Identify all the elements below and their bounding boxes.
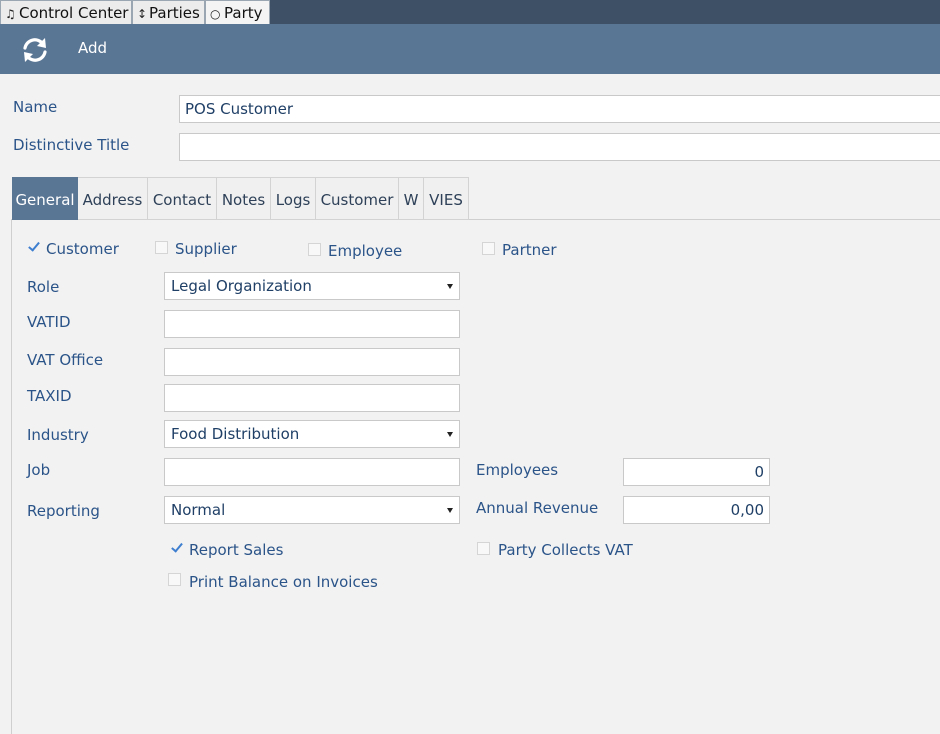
distinctive-title-label: Distinctive Title xyxy=(13,136,130,154)
window-tab-label: Party xyxy=(224,4,263,22)
print-balance-checkbox[interactable] xyxy=(168,573,181,586)
industry-label: Industry xyxy=(27,426,89,444)
music-note-icon: ♫ xyxy=(5,7,16,21)
dropdown-arrow-icon xyxy=(447,432,453,437)
role-label: Role xyxy=(27,278,60,296)
window-tab-strip: ♫ Control Center ↕ Parties ○ Party xyxy=(0,0,940,24)
annual-revenue-field[interactable] xyxy=(623,496,770,524)
dropdown-arrow-icon xyxy=(447,284,453,289)
vatid-field[interactable] xyxy=(164,310,460,338)
tab-customer[interactable]: Customer xyxy=(316,177,399,220)
partner-label: Partner xyxy=(502,241,557,259)
annual-revenue-label: Annual Revenue xyxy=(476,499,599,517)
customer-checkbox[interactable] xyxy=(27,240,40,253)
vatid-label: VATID xyxy=(27,313,71,331)
window-tab-party[interactable]: ○ Party xyxy=(205,0,270,24)
reporting-value: Normal xyxy=(171,501,226,519)
tab-address[interactable]: Address xyxy=(78,177,148,220)
vat-office-field[interactable] xyxy=(164,348,460,376)
taxid-label: TAXID xyxy=(27,387,72,405)
name-field[interactable] xyxy=(179,95,940,123)
party-collects-vat-checkbox[interactable] xyxy=(477,542,490,555)
distinctive-title-field[interactable] xyxy=(179,133,940,161)
tab-w[interactable]: W xyxy=(399,177,424,220)
tab-logs[interactable]: Logs xyxy=(271,177,316,220)
taxid-field[interactable] xyxy=(164,384,460,412)
add-button[interactable]: Add xyxy=(78,39,107,57)
tab-contact[interactable]: Contact xyxy=(148,177,217,220)
role-select[interactable]: Legal Organization xyxy=(164,272,460,300)
circle-icon: ○ xyxy=(210,7,221,21)
print-balance-label: Print Balance on Invoices xyxy=(189,573,378,591)
employee-checkbox[interactable] xyxy=(308,243,321,256)
supplier-label: Supplier xyxy=(175,240,237,258)
role-value: Legal Organization xyxy=(171,277,312,295)
sort-arrows-icon: ↕ xyxy=(137,7,148,21)
vat-office-label: VAT Office xyxy=(27,351,104,369)
report-sales-checkbox[interactable] xyxy=(170,541,183,554)
tab-general[interactable]: General xyxy=(12,177,78,220)
customer-label: Customer xyxy=(46,240,119,258)
window-tab-parties[interactable]: ↕ Parties xyxy=(132,0,205,24)
employees-label: Employees xyxy=(476,461,559,479)
party-collects-vat-label: Party Collects VAT xyxy=(498,541,633,559)
window-tab-control-center[interactable]: ♫ Control Center xyxy=(0,0,132,24)
industry-select[interactable]: Food Distribution xyxy=(164,420,460,448)
dropdown-arrow-icon xyxy=(447,508,453,513)
refresh-icon xyxy=(23,38,47,62)
employee-label: Employee xyxy=(328,242,403,260)
reporting-label: Reporting xyxy=(27,502,100,520)
industry-value: Food Distribution xyxy=(171,425,300,443)
job-label: Job xyxy=(27,461,51,479)
employees-field[interactable] xyxy=(623,458,770,486)
refresh-button[interactable] xyxy=(20,36,50,64)
report-sales-label: Report Sales xyxy=(189,541,284,559)
window-tab-label: Parties xyxy=(149,4,200,22)
tab-vies[interactable]: VIES xyxy=(424,177,469,220)
window-tab-label: Control Center xyxy=(19,4,129,22)
reporting-select[interactable]: Normal xyxy=(164,496,460,524)
name-label: Name xyxy=(13,98,58,116)
partner-checkbox[interactable] xyxy=(482,242,495,255)
job-field[interactable] xyxy=(164,458,460,486)
tab-notes[interactable]: Notes xyxy=(217,177,271,220)
supplier-checkbox[interactable] xyxy=(155,241,168,254)
toolbar: Add xyxy=(0,24,940,74)
tab-panel-border xyxy=(11,219,12,734)
